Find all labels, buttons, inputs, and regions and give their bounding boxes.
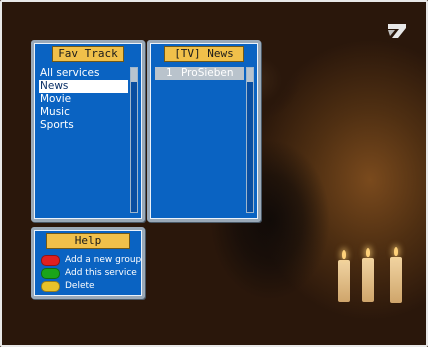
scroll-thumb[interactable] [247,68,253,82]
help-panel: Help Add a new group Add this service De… [31,227,145,299]
candle-decoration [338,250,350,302]
help-row-yellow: Delete [41,280,95,292]
channel-name: ProSieben [181,67,234,79]
group-item-sports[interactable]: Sports [39,119,128,132]
candle-decoration [362,248,374,302]
yellow-button-icon [41,280,60,292]
group-list: All services News Movie Music Sports [39,67,128,132]
green-button-icon [41,267,60,279]
prosieben-logo-icon [388,24,406,38]
candle-decoration [390,247,402,303]
help-label-add-service: Add this service [65,268,137,278]
group-item-news[interactable]: News [39,80,128,93]
help-label-add-group: Add a new group [65,255,142,265]
group-item-movie[interactable]: Movie [39,93,128,106]
help-row-green: Add this service [41,267,137,279]
group-item-all-services[interactable]: All services [39,67,128,80]
channel-list-scrollbar[interactable] [246,67,254,213]
channel-item[interactable]: 1 ProSieben [155,67,244,80]
channel-number: 1 [166,67,173,79]
channel-list-title: [TV] News [164,46,244,62]
group-list-scrollbar[interactable] [130,67,138,213]
fav-track-title: Fav Track [52,46,124,62]
scroll-thumb[interactable] [131,68,137,82]
red-button-icon [41,254,60,266]
channel-list: 1 ProSieben [155,67,244,80]
help-title: Help [46,233,130,249]
group-item-music[interactable]: Music [39,106,128,119]
help-label-delete: Delete [65,281,95,291]
fav-track-panel: Fav Track All services News Movie Music … [31,40,145,222]
channel-list-panel: [TV] News 1 ProSieben [147,40,261,222]
help-row-red: Add a new group [41,254,141,266]
